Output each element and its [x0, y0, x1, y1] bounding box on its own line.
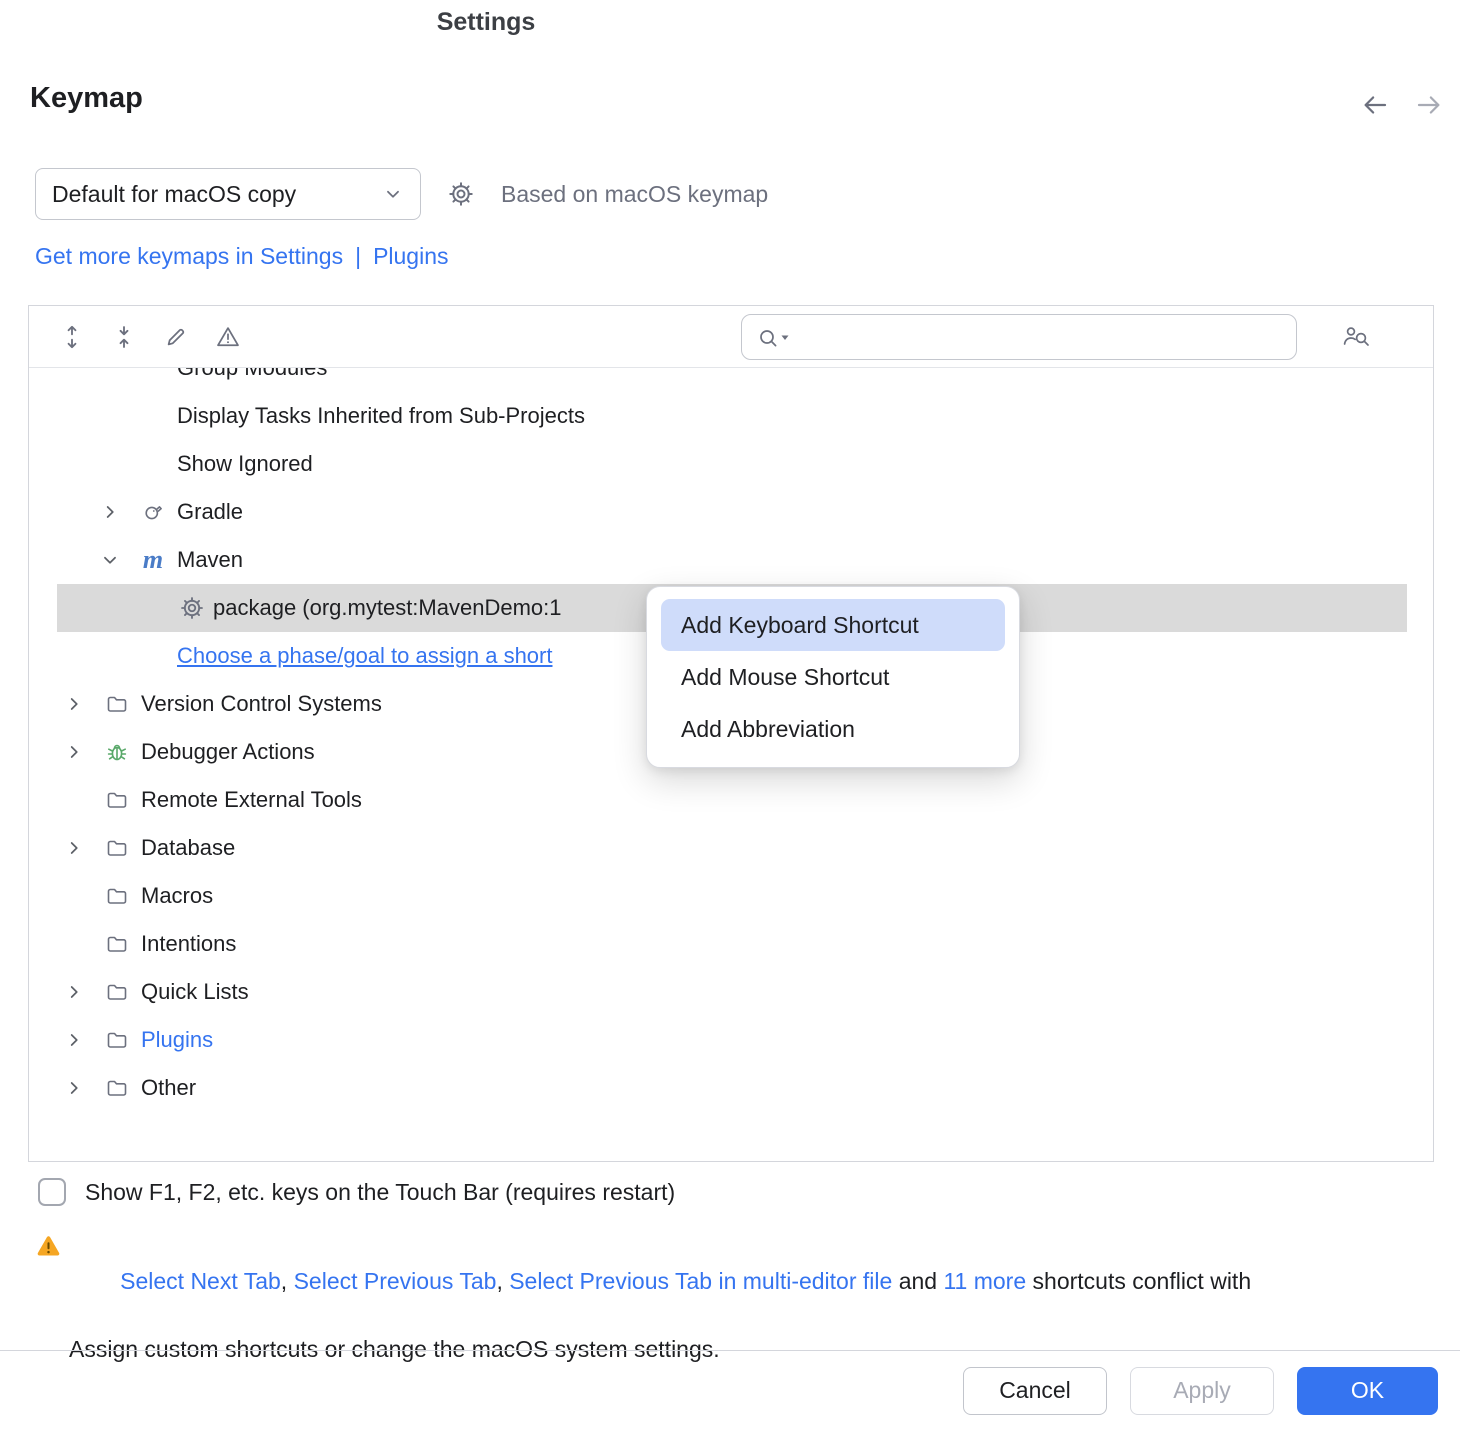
chevron-right-icon[interactable] — [63, 1076, 105, 1100]
tree-item-label: package (org.mytest:MavenDemo:1 — [213, 595, 562, 621]
tree-item-label: Quick Lists — [141, 979, 249, 1005]
link-divider: | — [355, 243, 361, 270]
conflict-link-select-previous-tab-multi[interactable]: Select Previous Tab in multi-editor file — [509, 1268, 892, 1294]
chevron-right-icon[interactable] — [63, 740, 105, 764]
tree-row-show-ignored[interactable]: Show Ignored — [29, 440, 1433, 488]
cancel-button[interactable]: Cancel — [963, 1367, 1107, 1415]
tree-row-database[interactable]: Database — [29, 824, 1433, 872]
show-conflicts-button[interactable] — [215, 324, 241, 350]
collapse-all-button[interactable] — [111, 324, 137, 350]
tree-row-group-modules[interactable]: Group Modules — [29, 368, 1433, 392]
choose-phase-link[interactable]: Choose a phase/goal to assign a short — [177, 643, 552, 669]
tree-row-macros[interactable]: Macros — [29, 872, 1433, 920]
page-title: Keymap — [30, 82, 143, 115]
folder-icon — [105, 1028, 129, 1052]
touchbar-checkbox[interactable] — [38, 1178, 66, 1206]
gradle-icon — [141, 500, 165, 524]
menu-item-add-mouse-shortcut[interactable]: Add Mouse Shortcut — [661, 651, 1005, 703]
back-arrow-icon[interactable] — [1360, 90, 1390, 125]
chevron-right-icon[interactable] — [63, 692, 105, 716]
keymap-links-row: Get more keymaps in Settings | Plugins — [35, 243, 449, 270]
chevron-right-icon[interactable] — [63, 1028, 105, 1052]
search-input[interactable] — [800, 316, 1290, 358]
based-on-label: Based on macOS keymap — [501, 181, 768, 208]
folder-icon — [105, 836, 129, 860]
tree-item-label: Version Control Systems — [141, 691, 382, 717]
conflict-link-select-previous-tab[interactable]: Select Previous Tab — [294, 1268, 497, 1294]
warning-separator: , — [281, 1268, 294, 1294]
dialog-footer: Cancel Apply OK — [0, 1350, 1460, 1430]
warning-icon — [35, 1233, 62, 1260]
gear-icon — [179, 596, 205, 620]
conflict-warning: Select Next Tab, Select Previous Tab, Se… — [35, 1230, 1460, 1366]
chevron-down-icon[interactable] — [99, 548, 141, 572]
tree-item-label: Remote External Tools — [141, 787, 362, 813]
chevron-right-icon[interactable] — [63, 980, 105, 1004]
tree-item-label: Database — [141, 835, 235, 861]
forward-arrow-icon[interactable] — [1414, 90, 1444, 125]
get-more-keymaps-link[interactable]: Get more keymaps in Settings — [35, 243, 343, 270]
tree-item-label: Show Ignored — [177, 451, 313, 477]
maven-icon: m — [141, 548, 165, 572]
tree-item-label: Display Tasks Inherited from Sub-Project… — [177, 403, 585, 429]
tree-item-label: Other — [141, 1075, 196, 1101]
context-menu: Add Keyboard Shortcut Add Mouse Shortcut… — [646, 586, 1020, 768]
tree-item-label: Macros — [141, 883, 213, 909]
folder-icon — [105, 692, 129, 716]
apply-button[interactable]: Apply — [1130, 1367, 1274, 1415]
keymap-dropdown-value: Default for macOS copy — [52, 181, 296, 208]
conflict-link-more[interactable]: 11 more — [943, 1268, 1026, 1294]
tree-item-label: Group Modules — [177, 368, 327, 381]
tree-row-gradle[interactable]: Gradle — [29, 488, 1433, 536]
touchbar-checkbox-label: Show F1, F2, etc. keys on the Touch Bar … — [85, 1179, 675, 1206]
conflict-link-select-next-tab[interactable]: Select Next Tab — [120, 1268, 281, 1294]
find-by-shortcut-icon[interactable] — [1341, 323, 1371, 349]
ok-button[interactable]: OK — [1297, 1367, 1438, 1415]
folder-icon — [105, 788, 129, 812]
warning-tail: shortcuts conflict with — [1026, 1268, 1251, 1294]
plugins-link[interactable]: Plugins — [373, 243, 448, 270]
tree-row-remote-external-tools[interactable]: Remote External Tools — [29, 776, 1433, 824]
bug-icon — [105, 740, 129, 764]
window-title: Settings — [0, 8, 972, 37]
keymap-settings-gear-icon[interactable] — [447, 180, 475, 208]
tree-row-intentions[interactable]: Intentions — [29, 920, 1433, 968]
tree-row-plugins[interactable]: Plugins — [29, 1016, 1433, 1064]
folder-icon — [105, 932, 129, 956]
tree-item-label: Debugger Actions — [141, 739, 315, 765]
keymap-dropdown[interactable]: Default for macOS copy — [35, 168, 421, 220]
chevron-down-icon — [382, 183, 404, 205]
tree-toolbar — [29, 306, 1433, 368]
search-field — [741, 314, 1297, 360]
conflict-warning-text: Select Next Tab, Select Previous Tab, Se… — [69, 1230, 1460, 1366]
tree-item-label: Gradle — [177, 499, 243, 525]
tree-item-label: Plugins — [141, 1027, 213, 1053]
folder-icon — [105, 980, 129, 1004]
keymap-selector-row: Default for macOS copy Based on macOS ke… — [35, 168, 768, 220]
tree-row-quick-lists[interactable]: Quick Lists — [29, 968, 1433, 1016]
warning-separator: , — [496, 1268, 509, 1294]
conflict-warning-line1: Select Next Tab, Select Previous Tab, Se… — [69, 1230, 1460, 1332]
warning-and: and — [892, 1268, 943, 1294]
tree-item-label: Intentions — [141, 931, 236, 957]
edit-shortcut-button[interactable] — [163, 324, 189, 350]
menu-item-add-keyboard-shortcut[interactable]: Add Keyboard Shortcut — [661, 599, 1005, 651]
tree-row-display-tasks[interactable]: Display Tasks Inherited from Sub-Project… — [29, 392, 1433, 440]
chevron-right-icon[interactable] — [63, 836, 105, 860]
tree-row-other[interactable]: Other — [29, 1064, 1433, 1112]
tree-item-label: Maven — [177, 547, 243, 573]
folder-icon — [105, 1076, 129, 1100]
history-nav — [1360, 90, 1444, 125]
tree-row-maven[interactable]: m Maven — [29, 536, 1433, 584]
expand-all-button[interactable] — [59, 324, 85, 350]
settings-window: Settings Keymap Default for macOS copy B… — [0, 0, 1460, 1430]
folder-icon — [105, 884, 129, 908]
touchbar-option-row: Show F1, F2, etc. keys on the Touch Bar … — [38, 1178, 675, 1206]
search-icon[interactable] — [756, 326, 792, 350]
menu-item-add-abbreviation[interactable]: Add Abbreviation — [661, 703, 1005, 755]
chevron-right-icon[interactable] — [99, 500, 141, 524]
